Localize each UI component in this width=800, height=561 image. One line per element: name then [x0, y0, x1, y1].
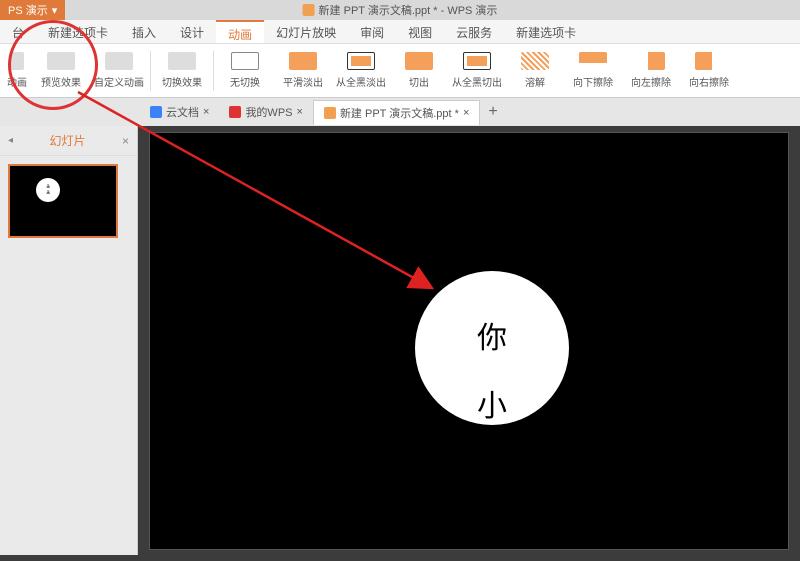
ribbon-transition-label: 切换效果	[162, 74, 202, 89]
transition-cut-black[interactable]: 从全黑切出	[450, 47, 504, 95]
menu-item-design[interactable]: 设计	[168, 20, 216, 43]
ribbon-partial[interactable]: 动画	[4, 47, 30, 95]
doc-tab-close[interactable]: ×	[297, 106, 303, 118]
transition-dissolve[interactable]: 溶解	[508, 47, 562, 95]
transition-dissolve-label: 溶解	[525, 74, 545, 89]
transition-none-icon	[231, 52, 259, 70]
slide-panel: ◂ 幻灯片 × a a	[0, 126, 138, 561]
custom-anim-icon	[105, 52, 133, 70]
transition-wipe-left-label: 向左擦除	[631, 74, 671, 89]
cloud-icon	[150, 106, 162, 118]
presentation-icon	[303, 4, 315, 16]
thumbnails: a a	[0, 156, 137, 246]
slide-text-2: 小	[477, 381, 507, 425]
slide[interactable]: 你 小	[149, 132, 789, 550]
ribbon: 动画 预览效果 自定义动画 切换效果 无切换 平滑淡出 从全黑淡出 切出 从全黑…	[0, 44, 800, 98]
window-title: 新建 PPT 演示文稿.ppt * - WPS 演示	[303, 2, 498, 18]
transition-wipe-down-label: 向下擦除	[573, 74, 613, 89]
transition-wipe-left[interactable]: 向左擦除	[624, 47, 678, 95]
doc-tab-cloud-label: 云文档	[166, 104, 199, 120]
transition-dissolve-icon	[521, 52, 549, 70]
menu-item-animation[interactable]: 动画	[216, 20, 264, 43]
ribbon-preview-button[interactable]: 预览效果	[34, 47, 88, 95]
doc-tab-close[interactable]: ×	[463, 107, 469, 119]
menu-item-review[interactable]: 审阅	[348, 20, 396, 43]
doc-tab-cloud[interactable]: 云文档 ×	[140, 100, 219, 124]
menu-item-slideshow[interactable]: 幻灯片放映	[264, 20, 348, 43]
transition-wipe-right-icon	[695, 52, 723, 70]
ribbon-separator	[213, 51, 214, 91]
doc-tab-current[interactable]: 新建 PPT 演示文稿.ppt * ×	[313, 100, 480, 125]
transition-cut-label: 切出	[409, 74, 429, 89]
transition-wipe-left-icon	[637, 52, 665, 70]
work-area: ◂ 幻灯片 × a a 你 小	[0, 126, 800, 561]
ribbon-transition-button[interactable]: 切换效果	[155, 47, 209, 95]
ribbon-separator	[150, 51, 151, 91]
transition-fade-black[interactable]: 从全黑淡出	[334, 47, 388, 95]
doc-tab-bar: 云文档 × 我的WPS × 新建 PPT 演示文稿.ppt * × +	[0, 98, 800, 126]
transition-none-label: 无切换	[230, 74, 260, 89]
menu-item-start[interactable]: 台	[0, 20, 36, 43]
transition-none[interactable]: 无切换	[218, 47, 272, 95]
doc-tab-mywps-label: 我的WPS	[245, 104, 292, 120]
dropdown-icon[interactable]: ▾	[52, 4, 58, 17]
window-title-label: 新建 PPT 演示文稿.ppt * - WPS 演示	[319, 2, 498, 18]
panel-close-icon[interactable]: ×	[122, 134, 129, 148]
app-name: PS 演示 ▾	[0, 0, 65, 20]
transition-fade-icon	[289, 52, 317, 70]
footer-bar	[0, 555, 800, 561]
transition-cut[interactable]: 切出	[392, 47, 446, 95]
menu-item-view[interactable]: 视图	[396, 20, 444, 43]
slide-panel-header: ◂ 幻灯片 ×	[0, 126, 137, 156]
menu-item-newtab2[interactable]: 新建选项卡	[504, 20, 588, 43]
app-name-label: PS 演示	[8, 2, 48, 18]
ribbon-custom-anim-label: 自定义动画	[94, 74, 144, 89]
slide-circle-shape[interactable]: 你 小	[415, 271, 569, 425]
doc-tab-close[interactable]: ×	[203, 106, 209, 118]
doc-tab-add[interactable]: +	[480, 103, 505, 121]
menu-item-cloud[interactable]: 云服务	[444, 20, 504, 43]
partial-icon	[10, 52, 24, 70]
transition-wipe-right[interactable]: 向右擦除	[682, 47, 736, 95]
menu-item-insert[interactable]: 插入	[120, 20, 168, 43]
transition-fade-black-label: 从全黑淡出	[336, 74, 386, 89]
slide-panel-title: 幻灯片	[50, 132, 86, 149]
ribbon-custom-anim-button[interactable]: 自定义动画	[92, 47, 146, 95]
ribbon-preview-label: 预览效果	[41, 74, 81, 89]
transition-fade[interactable]: 平滑淡出	[276, 47, 330, 95]
slide-thumbnail[interactable]: a a	[8, 164, 118, 238]
thumb-circle: a a	[36, 178, 60, 202]
transition-fade-black-icon	[347, 52, 375, 70]
transition-cut-black-label: 从全黑切出	[452, 74, 502, 89]
title-bar: PS 演示 ▾ 新建 PPT 演示文稿.ppt * - WPS 演示	[0, 0, 800, 20]
transition-wipe-right-label: 向右擦除	[689, 74, 729, 89]
wps-icon	[229, 106, 241, 118]
transition-fade-label: 平滑淡出	[283, 74, 323, 89]
doc-tab-current-label: 新建 PPT 演示文稿.ppt *	[340, 105, 459, 121]
menu-item-newtab1[interactable]: 新建选项卡	[36, 20, 120, 43]
canvas: 你 小	[138, 126, 800, 561]
transition-icon	[168, 52, 196, 70]
transition-cut-icon	[405, 52, 433, 70]
preview-icon	[47, 52, 75, 70]
menu-bar: 台 新建选项卡 插入 设计 动画 幻灯片放映 审阅 视图 云服务 新建选项卡	[0, 20, 800, 44]
slide-text-1: 你	[477, 313, 507, 357]
transition-wipe-down-icon	[579, 52, 607, 70]
ribbon-partial-label: 动画	[7, 74, 27, 89]
ppt-icon	[324, 107, 336, 119]
transition-wipe-down[interactable]: 向下擦除	[566, 47, 620, 95]
transition-cut-black-icon	[463, 52, 491, 70]
panel-chevron-icon[interactable]: ◂	[8, 135, 13, 146]
doc-tab-mywps[interactable]: 我的WPS ×	[219, 100, 313, 124]
thumb-t2: a	[46, 190, 49, 196]
